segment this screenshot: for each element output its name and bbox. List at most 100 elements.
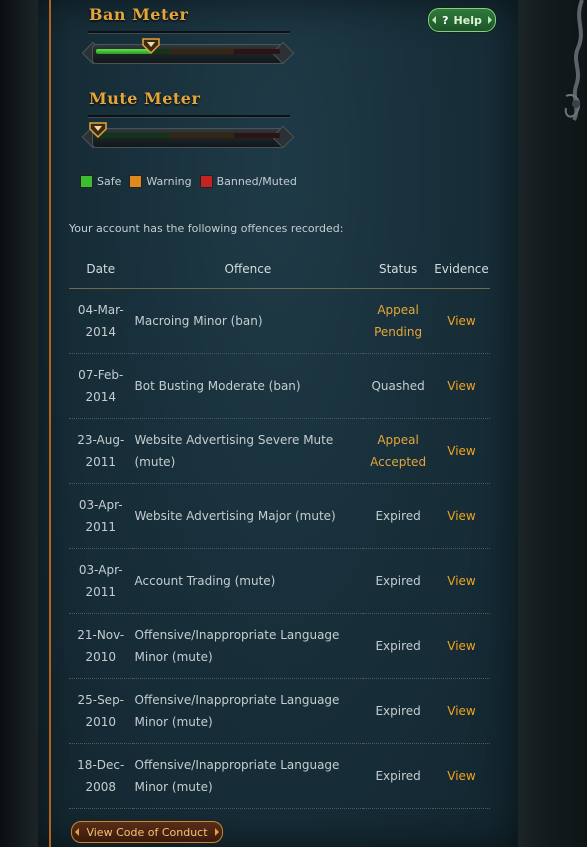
table-header-row: Date Offence Status Evidence bbox=[69, 250, 490, 289]
table-row: 25-Sep- 2010 Offensive/Inappropriate Lang… bbox=[69, 678, 490, 744]
ban-meter-rule bbox=[88, 31, 290, 34]
view-evidence-link[interactable]: View bbox=[447, 314, 475, 328]
ban-meter-title: Ban Meter bbox=[89, 5, 189, 24]
offence-status: Expired bbox=[363, 548, 433, 614]
view-evidence-link[interactable]: View bbox=[447, 444, 475, 458]
evidence-cell: View bbox=[433, 678, 490, 744]
view-evidence-link[interactable]: View bbox=[447, 769, 475, 783]
date-year: 2011 bbox=[85, 455, 117, 469]
column-header-evidence: Evidence bbox=[433, 250, 490, 289]
evidence-cell: View bbox=[433, 743, 490, 809]
table-row: 03-Apr- 2011 Website Advertising Major (m… bbox=[69, 483, 490, 549]
meter-track bbox=[92, 44, 286, 64]
date-year: 2011 bbox=[85, 520, 117, 534]
evidence-cell: View bbox=[433, 613, 490, 679]
view-evidence-link[interactable]: View bbox=[447, 574, 475, 588]
frame-ornament-icon bbox=[564, 0, 584, 121]
legend-item-warning: Warning bbox=[129, 174, 192, 188]
offence-date: 23-Aug- 2011 bbox=[69, 418, 133, 484]
table-row: 23-Aug- 2011 Website Advertising Severe M… bbox=[69, 418, 490, 484]
warning-swatch-icon bbox=[129, 174, 143, 188]
evidence-cell: View bbox=[433, 353, 490, 419]
offence-date: 21-Nov- 2010 bbox=[69, 613, 133, 679]
legend-item-banned-muted: Banned/Muted bbox=[199, 174, 297, 188]
help-button[interactable]: ? Help bbox=[428, 8, 496, 32]
date-day-month: 03-Apr- bbox=[78, 563, 123, 577]
ban-meter-marker-icon bbox=[142, 38, 160, 55]
column-header-date: Date bbox=[69, 250, 133, 289]
view-evidence-link[interactable]: View bbox=[447, 509, 475, 523]
arrow-right-icon bbox=[488, 16, 492, 24]
offence-name: Offensive/Inappropriate Language Minor (… bbox=[132, 678, 364, 744]
offence-status: Expired bbox=[363, 613, 433, 679]
evidence-cell: View bbox=[433, 418, 490, 484]
table-row: 21-Nov- 2010 Offensive/Inappropriate Lang… bbox=[69, 613, 490, 679]
mute-meter-marker-icon bbox=[89, 122, 107, 139]
offence-date: 18-Dec- 2008 bbox=[69, 743, 133, 809]
offence-name: Website Advertising Major (mute) bbox=[132, 483, 364, 549]
meter-track bbox=[92, 128, 286, 148]
offence-status: Expired bbox=[363, 483, 433, 549]
left-background bbox=[0, 0, 38, 847]
legend-label: Safe bbox=[97, 174, 122, 188]
column-header-offence: Offence bbox=[132, 250, 364, 289]
date-day-month: 03-Apr- bbox=[78, 498, 123, 512]
date-day-month: 18-Dec- bbox=[77, 758, 125, 772]
date-day-month: 07-Feb- bbox=[78, 368, 124, 382]
offence-date: 25-Sep- 2010 bbox=[69, 678, 133, 744]
offence-status: Appeal Pending bbox=[363, 288, 433, 354]
date-year: 2008 bbox=[85, 780, 117, 794]
conduct-button-label: View Code of Conduct bbox=[86, 825, 208, 839]
mute-meter bbox=[81, 122, 295, 149]
offence-date: 03-Apr- 2011 bbox=[69, 483, 133, 549]
banned-swatch-icon bbox=[199, 174, 213, 188]
mute-meter-title: Mute Meter bbox=[89, 89, 201, 108]
question-icon: ? bbox=[442, 13, 449, 27]
date-year: 2014 bbox=[85, 325, 117, 339]
meter-legend: Safe Warning Banned/Muted bbox=[80, 174, 305, 188]
view-evidence-link[interactable]: View bbox=[447, 639, 475, 653]
offence-name: Offensive/Inappropriate Language Minor (… bbox=[132, 743, 364, 809]
date-year: 2010 bbox=[85, 650, 117, 664]
date-year: 2014 bbox=[85, 390, 117, 404]
offences-table: Date Offence Status Evidence 04-Mar- 2014… bbox=[69, 250, 490, 809]
date-day-month: 23-Aug- bbox=[77, 433, 125, 447]
offence-name: Account Trading (mute) bbox=[132, 548, 364, 614]
offence-name: Website Advertising Severe Mute (mute) bbox=[132, 418, 364, 484]
date-year: 2010 bbox=[85, 715, 117, 729]
offence-date: 04-Mar- 2014 bbox=[69, 288, 133, 354]
date-day-month: 21-Nov- bbox=[77, 628, 125, 642]
offence-name: Macroing Minor (ban) bbox=[132, 288, 364, 354]
offences-intro: Your account has the following offences … bbox=[69, 222, 344, 235]
view-evidence-link[interactable]: View bbox=[447, 379, 475, 393]
column-header-status: Status bbox=[363, 250, 433, 289]
arrow-left-icon bbox=[75, 828, 79, 836]
date-year: 2011 bbox=[85, 585, 117, 599]
panel-divider bbox=[49, 0, 51, 847]
offence-status: Expired bbox=[363, 743, 433, 809]
mute-meter-rule bbox=[88, 115, 290, 118]
view-evidence-link[interactable]: View bbox=[447, 704, 475, 718]
view-code-of-conduct-button[interactable]: View Code of Conduct bbox=[71, 821, 223, 843]
offence-status: Appeal Accepted bbox=[363, 418, 433, 484]
offence-status: Quashed bbox=[363, 353, 433, 419]
status-text: Pending bbox=[374, 325, 423, 339]
ban-meter bbox=[81, 38, 295, 65]
arrow-right-icon bbox=[215, 828, 219, 836]
date-day-month: 04-Mar- bbox=[77, 303, 124, 317]
evidence-cell: View bbox=[433, 483, 490, 549]
table-row: 07-Feb- 2014 Bot Busting Moderate (ban) Q… bbox=[69, 353, 490, 419]
offence-name: Offensive/Inappropriate Language Minor (… bbox=[132, 613, 364, 679]
status-text: Appeal bbox=[377, 303, 419, 317]
offence-name: Bot Busting Moderate (ban) bbox=[132, 353, 364, 419]
status-text: Appeal bbox=[377, 433, 419, 447]
table-row: 04-Mar- 2014 Macroing Minor (ban) Appeal P… bbox=[69, 288, 490, 354]
help-label: Help bbox=[453, 13, 482, 27]
safe-swatch-icon bbox=[80, 174, 93, 188]
status-text: Accepted bbox=[370, 455, 427, 469]
table-row: 03-Apr- 2011 Account Trading (mute) Expir… bbox=[69, 548, 490, 614]
offence-status: Expired bbox=[363, 678, 433, 744]
offence-date: 03-Apr- 2011 bbox=[69, 548, 133, 614]
offence-date: 07-Feb- 2014 bbox=[69, 353, 133, 419]
meter-slot bbox=[89, 122, 280, 139]
